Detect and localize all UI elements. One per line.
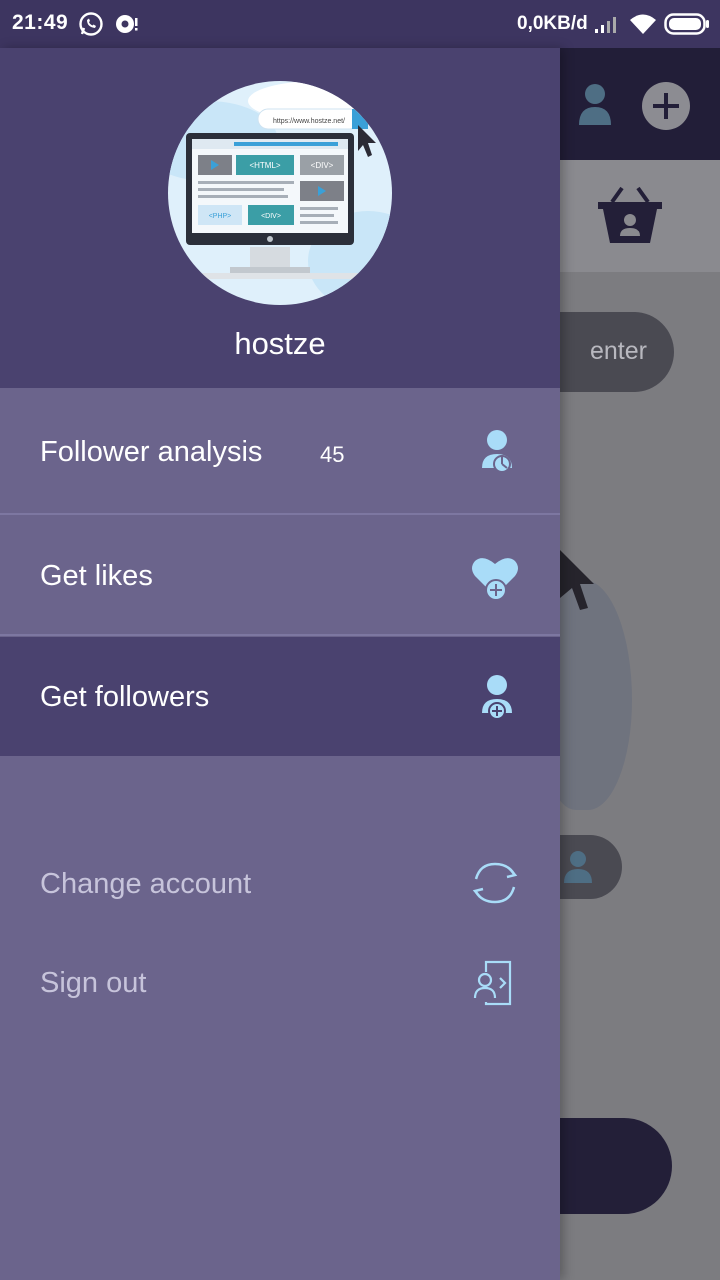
menu-item-follower-analysis[interactable]: Follower analysis 45 <box>0 388 560 515</box>
follower-count-badge: 45 <box>320 442 345 467</box>
user-chart-icon <box>474 428 520 479</box>
menu-item-get-followers[interactable]: Get followers <box>0 637 560 756</box>
sign-out-item[interactable]: Sign out <box>0 938 560 1028</box>
heart-plus-icon <box>470 554 520 607</box>
menu-item-label: Get likes <box>40 560 153 592</box>
menu-item-label: Get followers <box>40 681 210 713</box>
enter-button-label: enter <box>590 337 647 365</box>
avatar-illustration: https://www.hostze.net/ <HTML> <DIV> <PH… <box>168 81 392 305</box>
whatsapp-icon <box>78 11 104 42</box>
avatar-tag-html: <HTML> <box>249 161 280 170</box>
add-icon[interactable] <box>642 82 690 135</box>
avatar-tag-php: <PHP> <box>209 213 232 220</box>
menu-item-get-likes[interactable]: Get likes <box>0 516 560 636</box>
wifi-icon <box>628 12 658 41</box>
avatar-url-text: https://www.hostze.net/ <box>273 118 345 125</box>
sign-out-label: Sign out <box>40 967 147 999</box>
profile-icon[interactable] <box>578 82 612 131</box>
change-account-item[interactable]: Change account <box>0 838 560 928</box>
status-bar: 21:49 0,0KB/d <box>0 0 720 48</box>
avatar-tag-div-2: <DIV> <box>261 213 281 220</box>
background-app-bar <box>560 48 720 160</box>
signal-icon <box>593 14 621 39</box>
user-icon <box>564 849 592 890</box>
change-account-label: Change account <box>40 868 252 900</box>
network-speed: 0,0KB/d <box>517 13 588 34</box>
status-time: 21:49 <box>12 11 69 34</box>
drawer-header: https://www.hostze.net/ <HTML> <DIV> <PH… <box>0 48 560 388</box>
avatar[interactable]: https://www.hostze.net/ <HTML> <DIV> <PH… <box>168 81 392 305</box>
download-icon <box>114 12 140 41</box>
sign-out-icon <box>472 960 514 1011</box>
cursor-illustration-icon <box>558 548 598 619</box>
user-plus-icon <box>474 673 520 728</box>
menu-item-label: Follower analysis <box>40 436 263 468</box>
username: hostze <box>234 326 326 361</box>
refresh-icon <box>470 860 520 911</box>
navigation-drawer: https://www.hostze.net/ <HTML> <DIV> <PH… <box>0 48 560 1280</box>
avatar-tag-div: <DIV> <box>311 161 334 170</box>
battery-icon <box>664 13 710 40</box>
basket-icon[interactable] <box>598 186 662 249</box>
background-tabs <box>560 160 720 272</box>
